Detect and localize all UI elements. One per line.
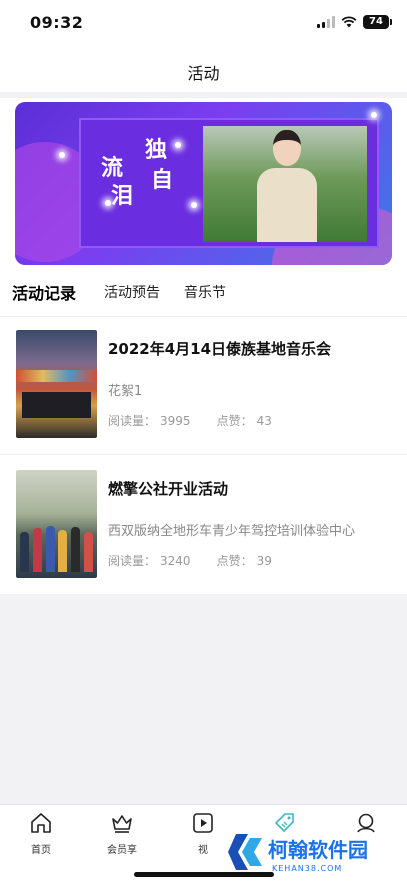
sparkle-icon [191,202,197,208]
reads-label: 阅读量： [108,414,157,428]
tab-activity-preview[interactable]: 活动预告 [104,282,160,302]
banner-title-char: 独 [145,137,168,163]
bottom-tab-member[interactable]: 会员享 [87,811,157,856]
activity-stats: 阅读量： 3995 点赞： 43 [108,412,276,429]
tab-activity-records[interactable]: 活动记录 [12,280,76,304]
sparkle-icon [59,152,65,158]
activity-item[interactable]: 2022年4月14日傣族基地音乐会 花絮1 阅读量： 3995 点赞： 43 [0,316,407,454]
promo-banner[interactable]: 独 流 自 泪 [15,102,392,265]
play-icon [193,813,213,833]
sparkle-icon [105,200,111,206]
tab-music-festival[interactable]: 音乐节 [184,282,226,302]
reads-count: 3995 [160,414,191,428]
singer-figure [255,130,319,242]
activity-panel: 独 流 自 泪 活动记录 活动预告 音乐节 2022年4月14日傣族基地音乐会 … [0,98,407,594]
likes-label: 点赞： [216,414,253,428]
watermark-text: 柯翰软件园 [268,838,368,862]
bottom-tab-label: 首页 [31,845,51,856]
status-bar: 09:32 74 [0,0,407,46]
banner-frame: 独 流 自 泪 [79,118,379,248]
banner-title-char: 自 [151,167,174,193]
likes-count: 39 [256,554,272,568]
banner-photo [203,126,367,242]
activity-thumbnail [16,470,97,578]
likes-count: 43 [256,414,272,428]
banner-title-char: 泪 [111,183,134,209]
activity-title: 燃擎公社开业活动 [108,480,229,498]
wifi-icon [341,16,357,28]
crown-icon [112,815,132,833]
bottom-tab-home[interactable]: 首页 [6,811,76,856]
likes-label: 点赞： [216,554,253,568]
status-icons: 74 [317,15,392,29]
cellular-signal-icon [317,16,335,28]
status-time: 09:32 [30,13,84,32]
sparkle-icon [175,142,181,148]
divider [0,454,407,455]
watermark-logo-icon [228,834,262,870]
activity-subtitle: 花絮1 [108,384,143,399]
bottom-tab-label: 会员享 [107,845,137,856]
home-icon [31,813,51,833]
nav-bar: 活动 [0,46,407,92]
reads-count: 3240 [160,554,191,568]
site-watermark: 柯翰软件园 KEHAN38.COM [226,830,401,880]
activity-subtitle: 西双版纳全地形车青少年驾控培训体验中心 [108,524,356,539]
sparkle-icon [371,112,377,118]
battery-icon: 74 [363,15,392,29]
activity-stats: 阅读量： 3240 点赞： 39 [108,552,276,569]
activity-thumbnail [16,330,97,438]
activity-item[interactable]: 燃擎公社开业活动 西双版纳全地形车青少年驾控培训体验中心 阅读量： 3240 点赞：… [0,456,407,594]
activity-title: 2022年4月14日傣族基地音乐会 [108,340,332,358]
reads-label: 阅读量： [108,554,157,568]
content-area: 独 流 自 泪 活动记录 活动预告 音乐节 2022年4月14日傣族基地音乐会 … [0,92,407,804]
page-title: 活动 [187,64,220,83]
activity-tabs: 活动记录 活动预告 音乐节 [0,276,407,308]
watermark-subtext: KEHAN38.COM [272,864,343,873]
